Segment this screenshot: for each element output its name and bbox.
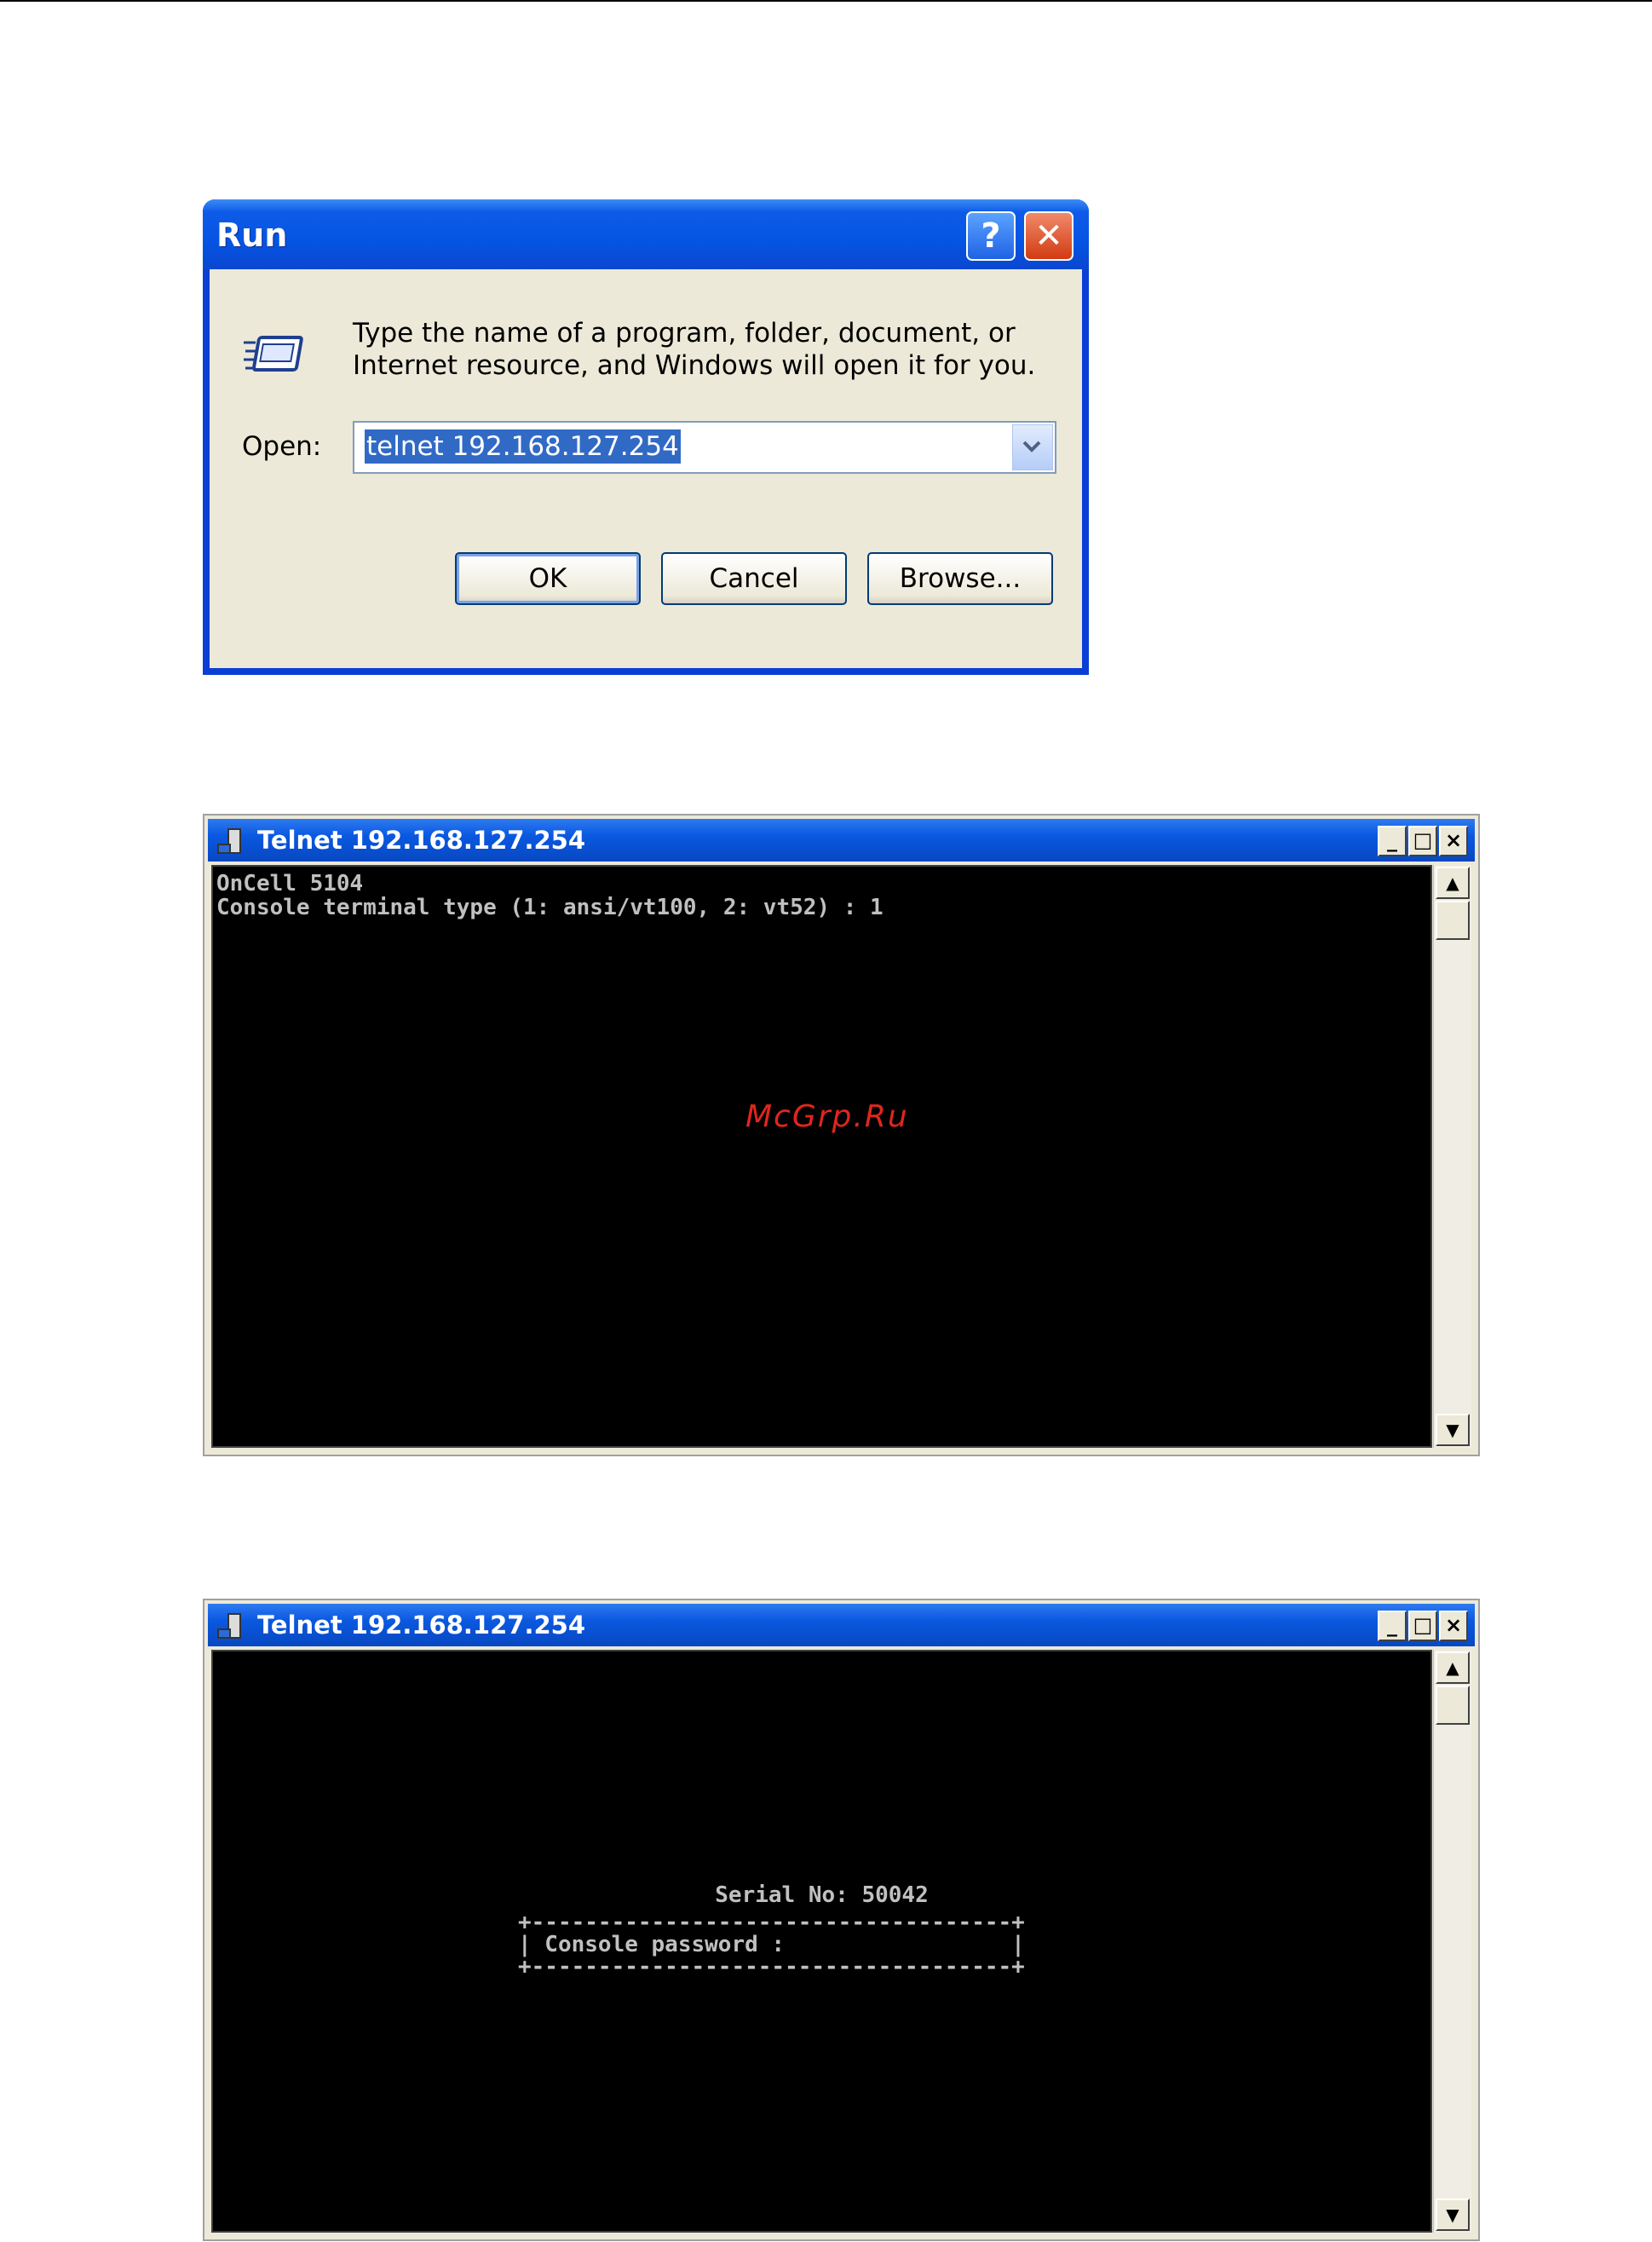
scroll-up-icon[interactable]: ▲ [1436,867,1470,899]
telnet-app-icon [217,828,241,854]
telnet-window-1: Telnet 192.168.127.254 _ □ × OnCell 5104… [203,814,1480,1456]
console-area[interactable]: OnCell 5104 Console terminal type (1: an… [211,865,1432,1448]
scroll-thumb[interactable] [1436,901,1470,940]
close-button[interactable]: ✕ [1024,211,1074,261]
browse-button[interactable]: Browse... [867,552,1053,605]
minimize-button[interactable]: _ [1378,826,1407,856]
run-description: Type the name of a program, folder, docu… [353,317,1051,382]
minimize-button[interactable]: _ [1378,1611,1407,1641]
run-title-bar[interactable]: Run ? ✕ [203,199,1089,269]
telnet-title: Telnet 192.168.127.254 [257,826,586,855]
telnet-title: Telnet 192.168.127.254 [257,1611,586,1640]
run-description-line1: Type the name of a program, folder, docu… [353,318,1016,349]
scroll-up-icon[interactable]: ▲ [1436,1651,1470,1684]
chevron-down-icon [1022,441,1041,452]
scroll-down-icon[interactable]: ▼ [1436,2199,1470,2231]
maximize-button[interactable]: □ [1408,826,1437,856]
vertical-scrollbar[interactable]: ▲ ▼ [1433,865,1471,1448]
cancel-button[interactable]: Cancel [661,552,847,605]
telnet-title-bar[interactable]: Telnet 192.168.127.254 _ □ × [208,1604,1475,1646]
scroll-down-icon[interactable]: ▼ [1436,1414,1470,1446]
run-description-line2: Internet resource, and Windows will open… [353,350,1036,381]
console-output: OnCell 5104 Console terminal type (1: an… [216,871,884,920]
open-combobox[interactable]: telnet 192.168.127.254 [353,421,1056,474]
close-button[interactable]: × [1439,1611,1468,1641]
maximize-button[interactable]: □ [1408,1611,1437,1641]
console-password-prompt[interactable]: | Console password : | [518,1933,1025,1957]
vertical-scrollbar[interactable]: ▲ ▼ [1433,1650,1471,2233]
run-dialog: Run ? ✕ Type the name of a program, fold… [203,199,1089,675]
run-dialog-body: Type the name of a program, folder, docu… [210,269,1082,668]
password-box-bottom: +------------------------------------+ [518,1954,1025,1980]
telnet-window-2: Telnet 192.168.127.254 _ □ × Serial No: … [203,1599,1480,2241]
close-button[interactable]: × [1439,826,1468,856]
telnet-app-icon [217,1613,241,1639]
password-box-top: +------------------------------------+ [518,1910,1025,1935]
run-program-icon [244,336,303,372]
open-label: Open: [242,431,322,462]
ok-button[interactable]: OK [455,552,641,605]
console-area[interactable]: Serial No: 50042 +----------------------… [211,1650,1432,2233]
combobox-dropdown-button[interactable] [1012,424,1053,470]
help-button[interactable]: ? [966,211,1016,261]
scroll-thumb[interactable] [1436,1686,1470,1725]
open-input-value[interactable]: telnet 192.168.127.254 [365,429,681,464]
telnet-title-bar[interactable]: Telnet 192.168.127.254 _ □ × [208,819,1475,862]
run-title: Run [216,216,288,254]
watermark: McGrp.Ru [745,1099,909,1134]
serial-number-line: Serial No: 50042 [715,1882,929,1908]
page-top-rule [0,0,1652,2]
